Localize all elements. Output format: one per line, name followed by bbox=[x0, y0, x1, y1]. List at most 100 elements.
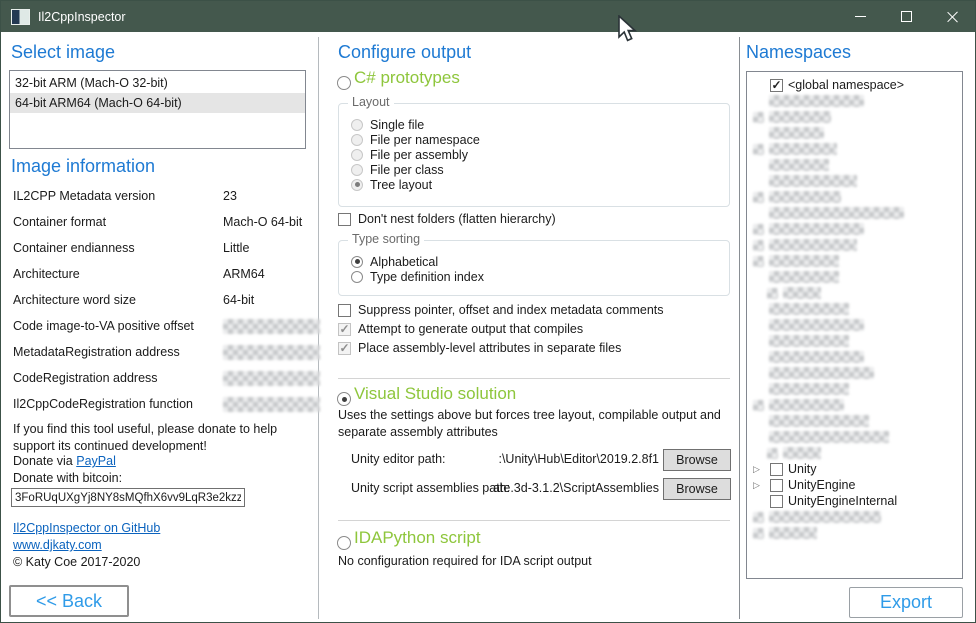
flatten-checkbox-row[interactable]: Don't nest folders (flatten hierarchy) bbox=[338, 212, 556, 226]
csharp-prototypes-label[interactable]: C# prototypes bbox=[354, 68, 460, 88]
redacted-checkbox bbox=[753, 256, 764, 267]
namespace-item-redacted[interactable] bbox=[747, 333, 962, 349]
export-button[interactable]: Export bbox=[849, 587, 963, 618]
minimize-button[interactable] bbox=[837, 1, 883, 32]
redacted-checkbox bbox=[753, 400, 764, 411]
info-value: Mach-O 64-bit bbox=[223, 215, 302, 229]
namespace-item-unityengine[interactable]: ▷ UnityEngine bbox=[747, 477, 962, 493]
paypal-link[interactable]: PayPal bbox=[76, 454, 116, 468]
checkbox-icon[interactable]: ✓ bbox=[770, 79, 783, 92]
type-sorting-definition-index[interactable]: Type definition index bbox=[351, 269, 729, 284]
layout-option-file-per-assembly[interactable]: File per assembly bbox=[351, 147, 729, 162]
namespace-item-redacted[interactable] bbox=[747, 381, 962, 397]
redacted-label bbox=[769, 191, 841, 203]
layout-group-label: Layout bbox=[348, 95, 394, 109]
namespace-item-redacted[interactable] bbox=[747, 301, 962, 317]
browse-editor-path-button[interactable]: Browse bbox=[663, 449, 731, 471]
namespace-item-redacted[interactable] bbox=[747, 509, 962, 525]
idapython-radio[interactable] bbox=[337, 536, 351, 550]
namespace-item-redacted[interactable] bbox=[747, 317, 962, 333]
info-value-redacted bbox=[223, 319, 320, 334]
redacted-label bbox=[769, 367, 874, 379]
layout-option-tree-layout[interactable]: Tree layout bbox=[351, 177, 729, 192]
namespace-item-redacted[interactable] bbox=[747, 93, 962, 109]
info-label: Code image-to-VA positive offset bbox=[13, 319, 194, 333]
layout-option-single-file[interactable]: Single file bbox=[351, 117, 729, 132]
info-value-redacted bbox=[223, 397, 320, 412]
checkbox-icon[interactable] bbox=[770, 479, 783, 492]
namespace-item-global[interactable]: ✓ <global namespace> bbox=[747, 77, 962, 93]
github-link[interactable]: Il2CppInspector on GitHub bbox=[13, 521, 160, 535]
namespace-item-redacted[interactable] bbox=[747, 173, 962, 189]
configure-output-title: Configure output bbox=[338, 42, 471, 63]
redacted-label bbox=[769, 351, 864, 363]
namespace-item-redacted[interactable] bbox=[747, 109, 962, 125]
separate-attributes-checkbox-row[interactable]: ✓ Place assembly-level attributes in sep… bbox=[338, 341, 621, 355]
namespace-item-redacted[interactable] bbox=[747, 413, 962, 429]
maximize-icon bbox=[901, 11, 912, 22]
namespace-item-redacted[interactable] bbox=[747, 285, 962, 301]
image-list-item[interactable]: 32-bit ARM (Mach-O 32-bit) bbox=[10, 73, 305, 93]
mouse-cursor bbox=[618, 15, 640, 45]
namespace-item-redacted[interactable] bbox=[747, 349, 962, 365]
window-title: Il2CppInspector bbox=[38, 10, 126, 24]
maximize-button[interactable] bbox=[883, 1, 929, 32]
layout-option-file-per-namespace[interactable]: File per namespace bbox=[351, 132, 729, 147]
namespaces-tree: ✓ <global namespace> ▷ Unity ▷ UnityEngi… bbox=[746, 71, 963, 579]
redacted-checkbox bbox=[753, 144, 764, 155]
browse-script-path-button[interactable]: Browse bbox=[663, 478, 731, 500]
csharp-prototypes-radio[interactable] bbox=[337, 76, 351, 90]
namespace-item-redacted[interactable] bbox=[747, 365, 962, 381]
info-value: 23 bbox=[223, 189, 237, 203]
namespace-item-redacted[interactable] bbox=[747, 189, 962, 205]
suppress-comments-checkbox-row[interactable]: Suppress pointer, offset and index metad… bbox=[338, 303, 664, 317]
info-label: MetadataRegistration address bbox=[13, 345, 180, 359]
checkbox-icon[interactable] bbox=[770, 463, 783, 476]
checkbox-icon: ✓ bbox=[338, 323, 351, 336]
radio-icon bbox=[351, 271, 363, 283]
image-list-item-selected[interactable]: 64-bit ARM64 (Mach-O 64-bit) bbox=[10, 93, 305, 113]
unity-editor-path-value[interactable]: :\Unity\Hub\Editor\2019.2.8f1 bbox=[421, 452, 659, 466]
compilable-output-checkbox-row[interactable]: ✓ Attempt to generate output that compil… bbox=[338, 322, 583, 336]
section-divider bbox=[338, 378, 730, 379]
layout-option-file-per-class[interactable]: File per class bbox=[351, 162, 729, 177]
type-sorting-alphabetical[interactable]: Alphabetical bbox=[351, 254, 729, 269]
namespace-item-redacted[interactable] bbox=[747, 125, 962, 141]
redacted-label bbox=[783, 447, 821, 459]
info-label: Il2CppCodeRegistration function bbox=[13, 397, 193, 411]
namespace-item-redacted[interactable] bbox=[747, 445, 962, 461]
namespace-item-redacted[interactable] bbox=[747, 253, 962, 269]
namespace-item-redacted[interactable] bbox=[747, 397, 962, 413]
idapython-label[interactable]: IDAPython script bbox=[354, 528, 481, 548]
close-button[interactable] bbox=[929, 1, 975, 32]
unity-script-path-value[interactable]: ate.3d-3.1.2\ScriptAssemblies bbox=[421, 481, 659, 495]
namespace-item-unityengineinternal[interactable]: UnityEngineInternal bbox=[747, 493, 962, 509]
checkbox-icon[interactable] bbox=[770, 495, 783, 508]
back-button[interactable]: << Back bbox=[9, 585, 129, 617]
namespace-item-redacted[interactable] bbox=[747, 205, 962, 221]
visual-studio-radio[interactable] bbox=[337, 392, 351, 406]
namespace-item-redacted[interactable] bbox=[747, 525, 962, 541]
redacted-label bbox=[769, 303, 849, 315]
redacted-label bbox=[769, 383, 849, 395]
website-link[interactable]: www.djkaty.com bbox=[13, 538, 102, 552]
visual-studio-label[interactable]: Visual Studio solution bbox=[354, 384, 516, 404]
checkbox-icon bbox=[338, 213, 351, 226]
namespace-item-redacted[interactable] bbox=[747, 269, 962, 285]
checkbox-icon bbox=[338, 304, 351, 317]
namespace-item-redacted[interactable] bbox=[747, 237, 962, 253]
namespace-item-redacted[interactable] bbox=[747, 221, 962, 237]
namespace-item-unity[interactable]: ▷ Unity bbox=[747, 461, 962, 477]
namespace-item-redacted[interactable] bbox=[747, 141, 962, 157]
namespace-item-redacted[interactable] bbox=[747, 157, 962, 173]
expander-triangle-icon[interactable]: ▷ bbox=[753, 480, 765, 491]
expander-triangle-icon[interactable]: ▷ bbox=[753, 464, 765, 475]
info-value: 64-bit bbox=[223, 293, 254, 307]
info-label: Architecture word size bbox=[13, 293, 136, 307]
redacted-checkbox bbox=[753, 112, 764, 123]
namespace-item-redacted[interactable] bbox=[747, 429, 962, 445]
type-sorting-groupbox: Type sorting Alphabetical Type definitio… bbox=[338, 240, 730, 296]
redacted-label bbox=[769, 431, 889, 443]
bitcoin-address-input[interactable] bbox=[11, 488, 245, 507]
redacted-label bbox=[769, 175, 857, 187]
